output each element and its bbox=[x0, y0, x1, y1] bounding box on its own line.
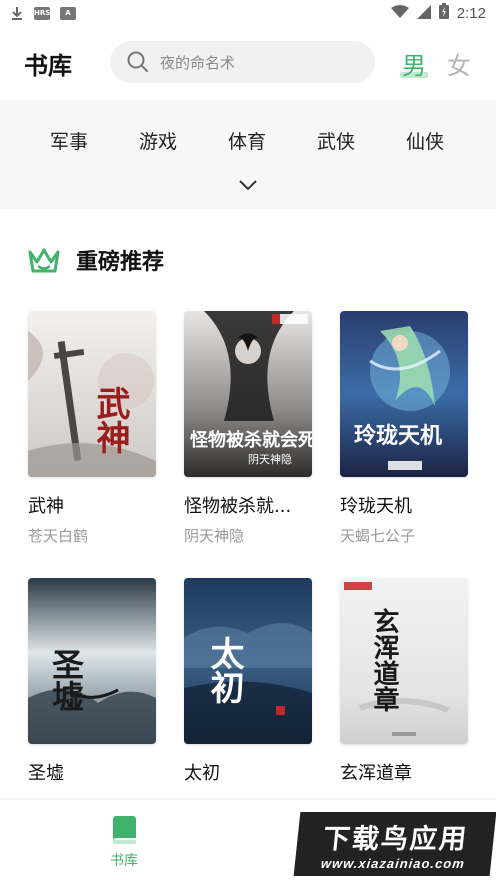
signal-icon bbox=[416, 4, 431, 23]
a-icon: A bbox=[60, 6, 76, 20]
watermark-url: www.xiazainiao.com bbox=[320, 856, 466, 871]
cover-text: 怪物被杀就会死 bbox=[190, 429, 312, 451]
download-icon bbox=[10, 6, 24, 20]
gender-female-tab[interactable]: 女 bbox=[447, 46, 471, 81]
book-title[interactable]: 圣墟 bbox=[28, 759, 156, 785]
tab-library[interactable]: 书库 bbox=[104, 814, 144, 870]
book-card[interactable]: 玄浑道章 玄浑道章 bbox=[340, 578, 468, 785]
wifi-icon bbox=[390, 4, 409, 23]
book-author: 苍天白鹤 bbox=[28, 527, 89, 545]
watermark-logo: 下载鸟应用 www.xiazainiao.com bbox=[293, 812, 496, 876]
book-card[interactable]: 怪物被杀就会死 阴天神隐 怪物被杀就... 阴天神隐 bbox=[184, 311, 312, 546]
crown-icon bbox=[28, 248, 60, 273]
category-xianxia[interactable]: 仙侠 bbox=[406, 127, 444, 154]
category-military[interactable]: 军事 bbox=[50, 127, 88, 154]
book-title[interactable]: 太初 bbox=[184, 759, 312, 785]
cover-text: 玲珑天机 bbox=[354, 423, 442, 449]
book-card[interactable]: 武神 武神 苍天白鹤 bbox=[28, 311, 156, 546]
book-title[interactable]: 武神 bbox=[28, 492, 156, 518]
cover-author: 阴天神隐 bbox=[248, 452, 292, 466]
status-bar: HRS A 2:12 bbox=[0, 0, 496, 26]
status-time: 2:12 bbox=[456, 4, 486, 22]
book-cover[interactable]: 玲珑天机 bbox=[340, 311, 468, 477]
book-card[interactable]: 太初 太初 bbox=[184, 578, 312, 785]
category-game[interactable]: 游戏 bbox=[139, 127, 177, 154]
category-panel: 军事 游戏 体育 武侠 仙侠 bbox=[0, 100, 496, 209]
recommend-section-header: 重磅推荐 bbox=[26, 240, 164, 280]
page-title: 书库 bbox=[24, 52, 72, 80]
book-author: 天蝎七公子 bbox=[340, 527, 416, 545]
book-author: 阴天神隐 bbox=[184, 527, 245, 545]
search-icon bbox=[127, 51, 148, 72]
book-title[interactable]: 玄浑道章 bbox=[340, 759, 468, 785]
cover-text: 武神 bbox=[90, 386, 130, 454]
cover-text: 圣墟 bbox=[47, 648, 85, 712]
book-cover[interactable]: 武神 bbox=[28, 311, 156, 477]
search-placeholder: 夜的命名术 bbox=[160, 53, 236, 72]
chevron-down-icon[interactable] bbox=[238, 178, 258, 192]
book-card[interactable]: 玲珑天机 玲珑天机 天蝎七公子 bbox=[340, 311, 468, 546]
book-title[interactable]: 玲珑天机 bbox=[340, 492, 468, 518]
tab-library-label: 书库 bbox=[110, 853, 138, 869]
search-bar[interactable]: 夜的命名术 bbox=[110, 41, 375, 83]
watermark-title: 下载鸟应用 bbox=[321, 824, 470, 855]
cover-text: 玄浑道章 bbox=[369, 607, 399, 712]
header: 书库 夜的命名术 男 女 bbox=[0, 26, 496, 100]
book-cover[interactable]: 太初 bbox=[184, 578, 312, 744]
book-cover[interactable]: 怪物被杀就会死 阴天神隐 bbox=[184, 311, 312, 477]
book-cover[interactable]: 玄浑道章 bbox=[340, 578, 468, 744]
cover-text: 太初 bbox=[204, 636, 244, 705]
section-title: 重磅推荐 bbox=[76, 250, 165, 275]
book-card[interactable]: 圣墟 圣墟 bbox=[28, 578, 156, 785]
book-icon bbox=[113, 816, 136, 844]
battery-icon bbox=[438, 3, 449, 23]
category-sports[interactable]: 体育 bbox=[228, 127, 266, 154]
book-title[interactable]: 怪物被杀就... bbox=[184, 492, 312, 518]
category-wuxia[interactable]: 武侠 bbox=[317, 127, 355, 154]
hrs-icon: HRS bbox=[34, 6, 50, 20]
gender-male-tab[interactable]: 男 bbox=[402, 46, 426, 81]
book-cover[interactable]: 圣墟 bbox=[28, 578, 156, 744]
